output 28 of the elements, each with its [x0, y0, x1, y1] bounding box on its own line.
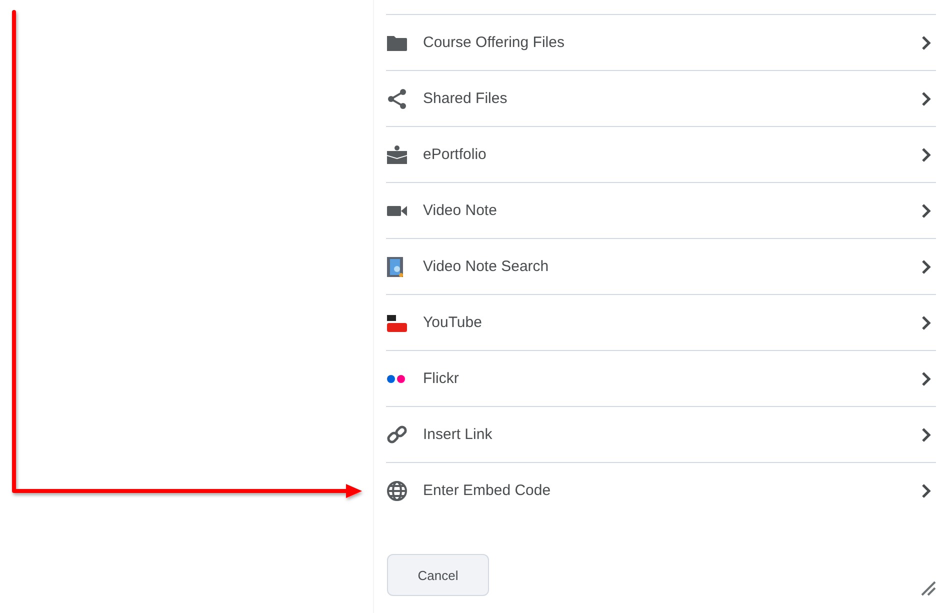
- chevron-right-icon: [920, 482, 932, 498]
- list-item[interactable]: YouTube: [386, 295, 936, 351]
- list-item[interactable]: ePortfolio: [386, 127, 936, 183]
- chevron-right-icon: [920, 314, 932, 330]
- list-item[interactable]: Video Note Search: [386, 239, 936, 295]
- list-item[interactable]: Insert Link: [386, 407, 936, 463]
- resize-handle-icon[interactable]: [920, 580, 936, 596]
- list-item[interactable]: Enter Embed Code: [386, 463, 936, 518]
- video-camera-icon: [386, 204, 408, 218]
- chevron-right-icon: [920, 202, 932, 218]
- chevron-right-icon: [920, 258, 932, 274]
- list-item[interactable]: Course Offering Files: [386, 15, 936, 71]
- link-icon: [386, 424, 408, 446]
- cancel-button[interactable]: Cancel: [387, 554, 489, 596]
- globe-icon: [386, 480, 408, 502]
- list-item[interactable]: Video Note: [386, 183, 936, 239]
- list-item[interactable]: Shared Files: [386, 71, 936, 127]
- film-icon: [386, 256, 404, 278]
- folder-icon: [386, 34, 408, 52]
- share-icon: [386, 88, 408, 110]
- chevron-right-icon: [920, 90, 932, 106]
- briefcase-icon: [386, 144, 408, 164]
- chevron-right-icon: [920, 34, 932, 50]
- chevron-right-icon: [920, 426, 932, 442]
- chevron-right-icon: [920, 146, 932, 162]
- list-item[interactable]: Flickr: [386, 351, 936, 407]
- two-dots-icon: [386, 374, 408, 384]
- chevron-right-icon: [920, 370, 932, 386]
